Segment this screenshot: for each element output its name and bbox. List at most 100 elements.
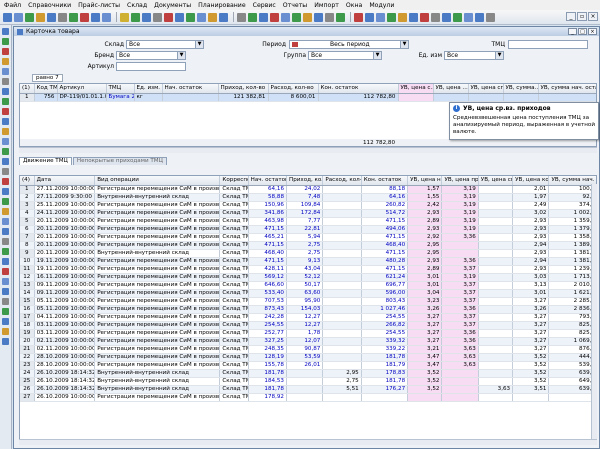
movement-col-header-4[interactable]: Приход, кол-во	[286, 176, 324, 186]
side-tool-1-icon[interactable]	[2, 38, 9, 45]
tab-movement[interactable]: Движение ТМЦ	[19, 157, 72, 165]
top-col-header-7[interactable]: Кон. остаток	[318, 84, 399, 94]
side-tool-5-icon[interactable]	[2, 78, 9, 85]
top-col-header-8[interactable]: УВ, цена с...	[398, 84, 434, 94]
table-row[interactable]: 3 25.11.2009 10:00:00 Регистрация перемеще…	[20, 201, 596, 210]
cancel-icon[interactable]	[420, 12, 429, 22]
flag-icon[interactable]	[464, 12, 473, 22]
top-col-header-11[interactable]: УВ, сумма...	[503, 84, 539, 94]
table-row[interactable]: 10 19.11.2009 10:00:00 Регистрация перемещ…	[20, 257, 596, 266]
movement-col-header-2[interactable]: Корреспо...	[219, 176, 249, 186]
side-tool-17-icon[interactable]	[2, 198, 9, 205]
table-row[interactable]: 9 20.11.2009 10:00:00 Внутренний-внутренни…	[20, 249, 596, 258]
table-row[interactable]: 25 26.10.2009 18:14:32 Внутренний-внутренн…	[20, 377, 596, 386]
side-tool-27-icon[interactable]	[2, 298, 9, 305]
top-col-header-5[interactable]: Приход, кол-во	[218, 84, 269, 94]
mail-icon[interactable]	[336, 12, 345, 22]
restore-icon[interactable]: ▫	[577, 12, 587, 21]
close-icon[interactable]	[270, 12, 279, 22]
minimize-icon[interactable]: _	[568, 28, 577, 35]
table-row[interactable]: 4 24.11.2009 10:00:00 Регистрация перемеще…	[20, 209, 596, 218]
group-select[interactable]: Все ▼	[308, 51, 382, 60]
side-tool-25-icon[interactable]	[2, 278, 9, 285]
copy-icon[interactable]	[58, 12, 67, 22]
table-row[interactable]: 8 20.11.2009 10:00:00 Регистрация перемеще…	[20, 241, 596, 250]
side-tool-15-icon[interactable]	[2, 178, 9, 185]
window-icon[interactable]	[409, 12, 418, 22]
undo-icon[interactable]	[91, 12, 100, 22]
product-name-cell[interactable]: Бумага 2...	[106, 93, 135, 102]
side-tool-30-icon[interactable]	[2, 328, 9, 335]
tools-icon[interactable]	[431, 12, 440, 22]
sort-icon[interactable]	[197, 12, 206, 22]
unit-select[interactable]: Все ▼	[444, 51, 504, 60]
lock-icon[interactable]	[398, 12, 407, 22]
side-tool-14-icon[interactable]	[2, 168, 9, 175]
side-tool-18-icon[interactable]	[2, 208, 9, 215]
menu-item-10[interactable]: Модули	[369, 2, 394, 9]
redo-icon[interactable]	[102, 12, 111, 22]
top-col-header-12[interactable]: УВ, сумма нач. остатка	[538, 84, 596, 94]
menu-item-3[interactable]: Склад	[127, 2, 147, 9]
top-col-header-10[interactable]: УВ, цена сп...	[468, 84, 504, 94]
stop-icon[interactable]	[164, 12, 173, 22]
side-tool-20-icon[interactable]	[2, 228, 9, 235]
table-row[interactable]: 23 28.10.2009 10:00:00 Регистрация перемещ…	[20, 361, 596, 370]
table-row[interactable]: 24 26.10.2009 18:14:32 Внутренний-внутренн…	[20, 369, 596, 378]
movement-col-header-9[interactable]: УВ, цена спис.	[478, 176, 514, 186]
table-row[interactable]: 26 26.10.2009 18:14:32 Внутренний-внутренн…	[20, 385, 596, 394]
side-tool-3-icon[interactable]	[2, 58, 9, 65]
menu-item-8[interactable]: Импорт	[314, 2, 339, 9]
info-icon[interactable]	[365, 12, 374, 22]
table-row[interactable]: 20 02.11.2009 10:00:00 Регистрация перемещ…	[20, 337, 596, 346]
side-tool-8-icon[interactable]	[2, 108, 9, 115]
side-tool-24-icon[interactable]	[2, 268, 9, 275]
side-tool-4-icon[interactable]	[2, 68, 9, 75]
side-tool-10-icon[interactable]	[2, 128, 9, 135]
check-icon[interactable]	[453, 12, 462, 22]
table-row[interactable]: 14 09.11.2009 10:00:00 Регистрация перемещ…	[20, 289, 596, 298]
nav-prev-icon[interactable]	[292, 12, 301, 22]
top-col-header-0[interactable]: Код ТМЦ	[34, 84, 58, 94]
side-tool-11-icon[interactable]	[2, 138, 9, 145]
table-row[interactable]: 6 20.11.2009 10:00:00 Регистрация перемеще…	[20, 225, 596, 234]
top-col-header-9[interactable]: УВ, цена ...	[433, 84, 469, 94]
close-icon[interactable]: ×	[588, 12, 598, 21]
table-row[interactable]: 16 05.11.2009 10:00:00 Регистрация перемещ…	[20, 305, 596, 314]
calc-icon[interactable]	[248, 12, 257, 22]
minimize-icon[interactable]: _	[566, 12, 576, 21]
movement-col-header-0[interactable]: Дата	[34, 176, 96, 186]
table-row[interactable]: 27 26.10.2009 10:00:00 Регистрация перемещ…	[20, 393, 596, 402]
view-icon[interactable]	[376, 12, 385, 22]
nav-first-icon[interactable]	[281, 12, 290, 22]
table-row[interactable]: 7 20.11.2009 10:00:00 Регистрация перемеще…	[20, 233, 596, 242]
alert-icon[interactable]	[354, 12, 363, 22]
table-row[interactable]: 12 16.11.2009 10:00:00 Регистрация перемещ…	[20, 273, 596, 282]
table-row[interactable]: 21 02.11.2009 10:00:00 Регистрация перемещ…	[20, 345, 596, 354]
paste-icon[interactable]	[69, 12, 78, 22]
help-icon[interactable]	[175, 12, 184, 22]
filter-icon[interactable]	[120, 12, 129, 22]
menu-item-4[interactable]: Документы	[154, 2, 191, 9]
side-tool-12-icon[interactable]	[2, 148, 9, 155]
movement-col-header-8[interactable]: УВ, цена прих.	[441, 176, 479, 186]
tab-uncovered[interactable]: Непокрытые приходами ТМЦ	[72, 157, 167, 165]
layout-icon[interactable]	[475, 12, 484, 22]
table-row[interactable]: 18 03.11.2009 10:00:00 Регистрация перемещ…	[20, 321, 596, 330]
cut-icon[interactable]	[47, 12, 56, 22]
top-col-header-1[interactable]: Артикул	[57, 84, 107, 94]
menu-item-6[interactable]: Сервис	[253, 2, 276, 9]
menu-item-1[interactable]: Справочники	[28, 2, 71, 9]
refresh-icon[interactable]	[131, 12, 140, 22]
table-row[interactable]: 2 27.11.2009 9:30:00 Внутренний-внутренний…	[20, 193, 596, 202]
movement-col-header-10[interactable]: УВ, цена кон...	[512, 176, 550, 186]
table-row[interactable]: 15 05.11.2009 10:00:00 Регистрация перемещ…	[20, 297, 596, 306]
settings-icon[interactable]	[153, 12, 162, 22]
side-tool-0-icon[interactable]	[2, 28, 9, 35]
warehouse-select[interactable]: Все ▼	[126, 40, 204, 49]
grouping-chip[interactable]: равно 7	[32, 74, 63, 82]
table-row[interactable]: 17 04.11.2009 10:00:00 Регистрация перемещ…	[20, 313, 596, 322]
menu-item-5[interactable]: Планирование	[198, 2, 246, 9]
side-tool-7-icon[interactable]	[2, 98, 9, 105]
side-tool-26-icon[interactable]	[2, 288, 9, 295]
